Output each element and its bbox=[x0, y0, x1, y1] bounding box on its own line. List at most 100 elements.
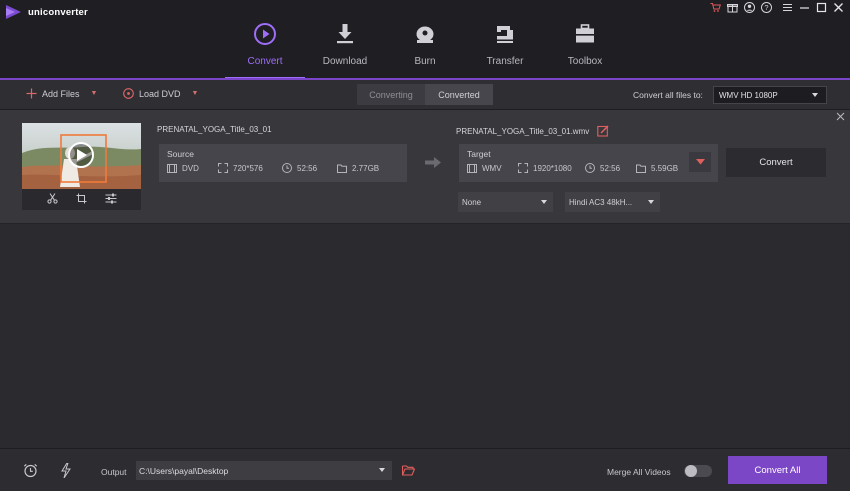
window-controls: ? bbox=[710, 2, 844, 13]
toolbar: Add Files ▼ Load DVD ▼ Converting Conver… bbox=[0, 80, 850, 110]
convert-button[interactable]: Convert bbox=[726, 148, 826, 177]
tab-toolbox-label: Toolbox bbox=[567, 56, 603, 67]
source-size-value: 2.77GB bbox=[352, 163, 380, 173]
source-info-row: DVD 720*576 52:56 2.77GB bbox=[167, 163, 399, 173]
toolbox-icon bbox=[573, 22, 597, 46]
folder-icon bbox=[337, 164, 347, 173]
tab-transfer[interactable]: Transfer bbox=[465, 10, 545, 78]
tab-convert-label: Convert bbox=[247, 56, 283, 67]
resolution-icon bbox=[218, 163, 228, 173]
maximize-icon[interactable] bbox=[816, 2, 827, 13]
folder-icon bbox=[636, 164, 646, 173]
target-duration: 52:56 bbox=[585, 163, 636, 173]
audio-track-select[interactable]: Hindi AC3 48kH... bbox=[565, 192, 660, 212]
source-info-box: Source DVD 720*576 52:56 2.77GB bbox=[159, 144, 407, 182]
svg-text:?: ? bbox=[764, 3, 768, 12]
target-file-name-row: PRENATAL_YOGA_Title_03_01.wmv bbox=[456, 125, 609, 137]
output-label: Output bbox=[101, 467, 127, 477]
target-info-row: WMV 1920*1080 52:56 5.59GB bbox=[467, 163, 710, 173]
target-resolution: 1920*1080 bbox=[518, 163, 585, 173]
source-format-value: DVD bbox=[182, 163, 199, 173]
minimize-icon[interactable] bbox=[799, 2, 810, 13]
clock-icon bbox=[282, 163, 292, 173]
merge-all-videos-label: Merge All Videos bbox=[607, 467, 671, 477]
load-dvd-label: Load DVD bbox=[139, 88, 181, 99]
download-icon bbox=[333, 22, 357, 46]
edit-icon[interactable] bbox=[597, 125, 609, 137]
convert-all-button[interactable]: Convert All bbox=[728, 456, 827, 484]
target-file-name: PRENATAL_YOGA_Title_03_01.wmv bbox=[456, 126, 590, 136]
add-files-dropdown-icon[interactable]: ▼ bbox=[91, 90, 98, 97]
effects-icon[interactable] bbox=[105, 193, 117, 206]
source-format: DVD bbox=[167, 163, 218, 173]
target-duration-value: 52:56 bbox=[600, 163, 621, 173]
tab-convert[interactable]: Convert bbox=[225, 10, 305, 79]
resolution-icon bbox=[518, 163, 528, 173]
gift-icon[interactable] bbox=[727, 2, 738, 13]
disc-icon bbox=[413, 22, 437, 46]
target-settings-dropdown[interactable] bbox=[689, 152, 711, 172]
video-thumbnail-panel bbox=[22, 123, 141, 210]
convert-all-files-label: Convert all files to: bbox=[633, 90, 703, 100]
target-resolution-value: 1920*1080 bbox=[533, 163, 572, 173]
target-format-value: WMV bbox=[482, 163, 502, 173]
chevron-down-icon bbox=[541, 200, 547, 204]
output-path-select[interactable]: C:\Users\payal\Desktop bbox=[136, 461, 392, 480]
scissors-icon[interactable] bbox=[46, 193, 58, 206]
tab-download-label: Download bbox=[322, 56, 368, 67]
source-duration-value: 52:56 bbox=[297, 163, 318, 173]
load-dvd-button[interactable]: Load DVD ▼ bbox=[123, 88, 198, 99]
app-logo: uniconverter bbox=[6, 5, 88, 19]
film-icon bbox=[467, 163, 477, 173]
chevron-down-icon bbox=[648, 200, 654, 204]
source-size: 2.77GB bbox=[337, 164, 379, 173]
tab-converted[interactable]: Converted bbox=[425, 84, 493, 105]
app-logo-icon bbox=[6, 5, 21, 19]
user-icon[interactable] bbox=[744, 2, 755, 13]
top-bar: uniconverter ? Convert Download Burn Tra… bbox=[0, 0, 850, 79]
output-path-value: C:\Users\payal\Desktop bbox=[139, 465, 229, 476]
alarm-clock-icon[interactable] bbox=[23, 463, 38, 480]
video-thumbnail[interactable] bbox=[22, 123, 141, 189]
open-folder-icon[interactable] bbox=[401, 465, 416, 478]
lightning-icon[interactable] bbox=[61, 462, 71, 480]
main-nav: Convert Download Burn Transfer Toolbox bbox=[225, 10, 625, 79]
source-file-name: PRENATAL_YOGA_Title_03_01 bbox=[157, 125, 272, 134]
add-files-label: Add Files bbox=[42, 88, 80, 99]
bottom-bar: Output C:\Users\payal\Desktop Merge All … bbox=[0, 448, 850, 491]
add-files-button[interactable]: Add Files ▼ bbox=[26, 88, 97, 99]
file-item: PRENATAL_YOGA_Title_03_01 Source DVD 720… bbox=[0, 110, 850, 224]
tab-burn-label: Burn bbox=[414, 56, 436, 67]
status-tabs: Converting Converted bbox=[357, 84, 493, 105]
subtitle-select[interactable]: None bbox=[458, 192, 553, 212]
play-circle-icon bbox=[253, 22, 277, 46]
close-icon[interactable] bbox=[833, 2, 844, 13]
merge-all-videos-toggle[interactable] bbox=[684, 465, 712, 477]
menu-icon[interactable] bbox=[782, 2, 793, 13]
target-size: 5.59GB bbox=[636, 164, 678, 173]
subtitle-select-value: None bbox=[462, 197, 482, 207]
chevron-down-icon bbox=[812, 93, 818, 97]
output-format-select[interactable]: WMV HD 1080P bbox=[713, 86, 827, 104]
target-size-value: 5.59GB bbox=[651, 163, 679, 173]
target-title: Target bbox=[467, 149, 491, 159]
chevron-down-icon bbox=[695, 159, 705, 165]
cart-icon[interactable] bbox=[710, 2, 721, 13]
toggle-knob bbox=[685, 465, 697, 477]
app-name: uniconverter bbox=[28, 6, 88, 18]
tab-burn[interactable]: Burn bbox=[385, 10, 465, 78]
thumbnail-edit-tools bbox=[22, 189, 141, 210]
source-resolution-value: 720*576 bbox=[233, 163, 263, 173]
target-format: WMV bbox=[467, 163, 518, 173]
load-dvd-dropdown-icon[interactable]: ▼ bbox=[192, 90, 199, 97]
plus-icon bbox=[26, 88, 37, 99]
tab-converting[interactable]: Converting bbox=[357, 84, 425, 105]
output-format-value: WMV HD 1080P bbox=[719, 90, 778, 100]
tab-toolbox[interactable]: Toolbox bbox=[545, 10, 625, 78]
help-icon[interactable]: ? bbox=[761, 2, 772, 13]
crop-icon[interactable] bbox=[76, 193, 87, 206]
remove-item-icon[interactable] bbox=[836, 112, 845, 123]
clock-icon bbox=[585, 163, 595, 173]
source-resolution: 720*576 bbox=[218, 163, 282, 173]
tab-download[interactable]: Download bbox=[305, 10, 385, 78]
